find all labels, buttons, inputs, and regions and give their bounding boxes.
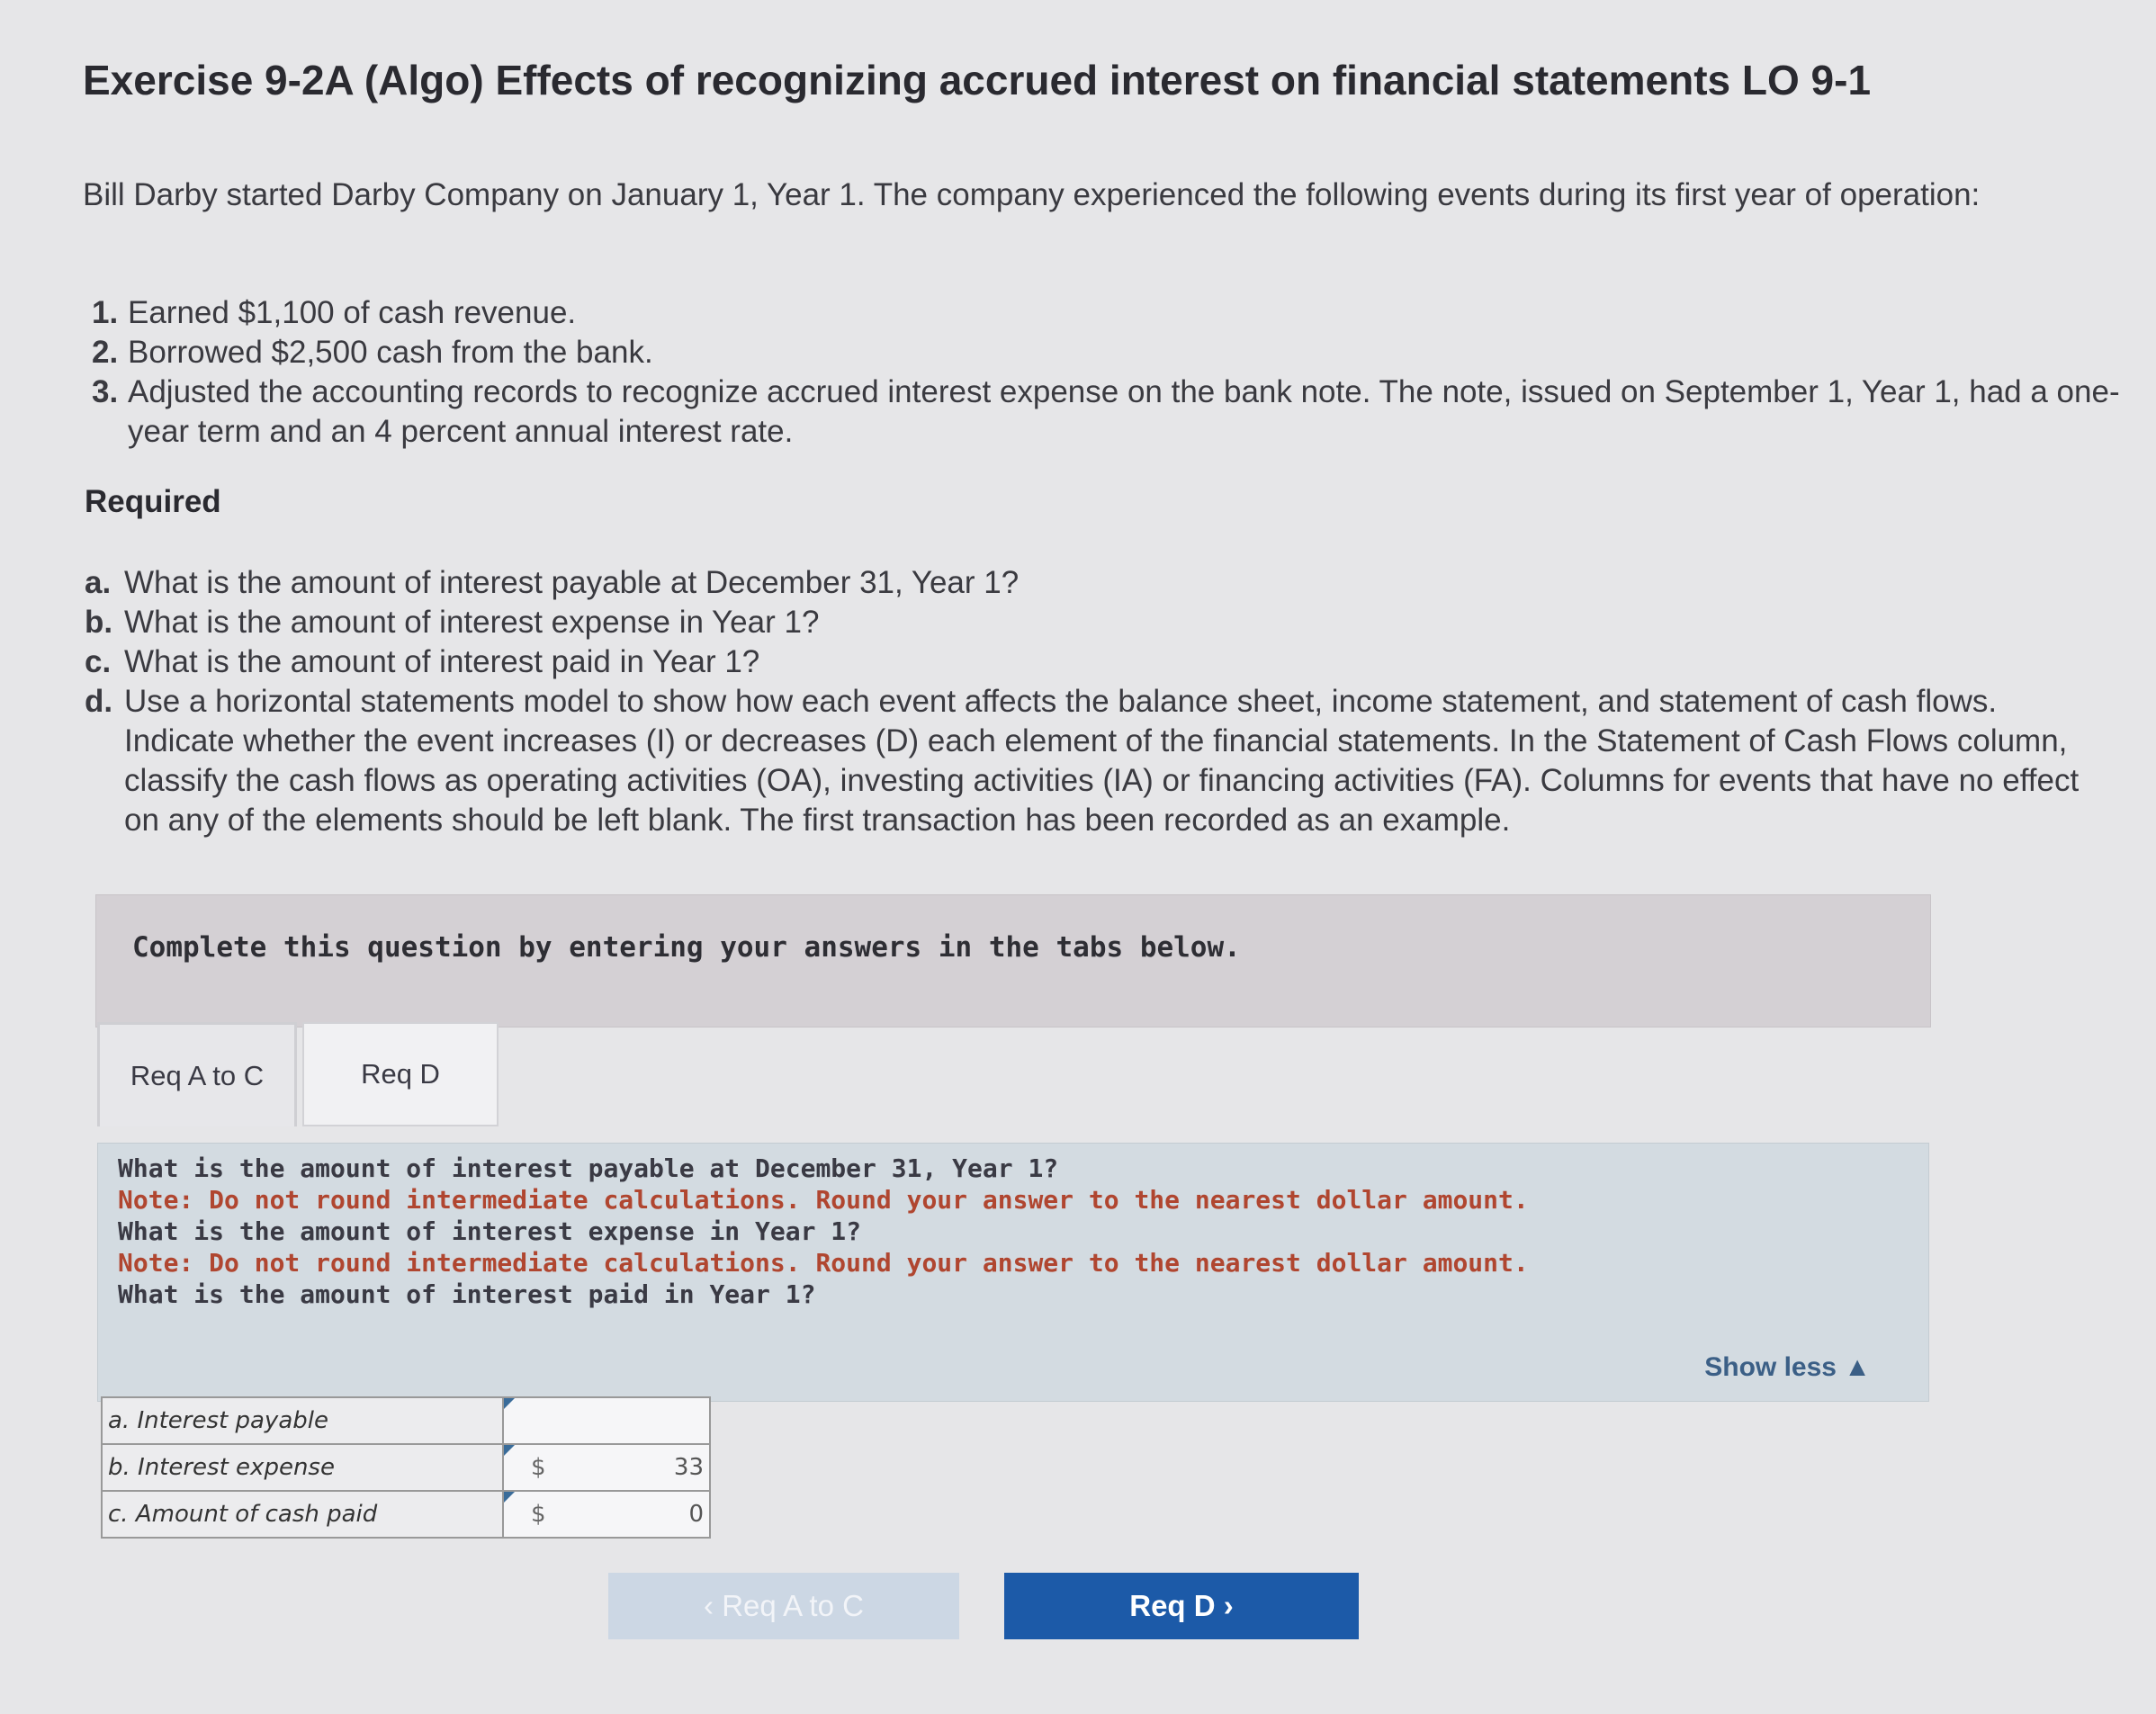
required-heading: Required (85, 484, 221, 519)
event-text: Adjusted the accounting records to recog… (128, 374, 2120, 449)
next-req-button[interactable]: Req D › (1004, 1573, 1359, 1639)
row-label: c. Amount of cash paid (101, 1490, 504, 1539)
question-panel: What is the amount of interest payable a… (97, 1143, 1929, 1402)
cash-paid-input[interactable]: $ 0 (502, 1490, 711, 1539)
question-text-block: What is the amount of interest payable a… (118, 1153, 1529, 1310)
list-item: c. What is the amount of interest paid in… (85, 642, 2109, 682)
events-list: 1. Earned $1,100 of cash revenue. 2. Borro… (83, 293, 2125, 452)
table-row: c. Amount of cash paid $ 0 (101, 1490, 711, 1539)
list-number: 1. (92, 295, 119, 330)
list-number: b. (85, 605, 113, 640)
table-row: a. Interest payable (101, 1396, 711, 1445)
tab-req-d[interactable]: Req D (302, 1022, 499, 1126)
currency-symbol: $ (531, 1501, 546, 1528)
input-marker-icon (504, 1492, 515, 1503)
event-text: Earned $1,100 of cash revenue. (128, 295, 577, 330)
list-number: 3. (92, 374, 119, 409)
tab-req-a-to-c[interactable]: Req A to C (97, 1022, 297, 1126)
requirement-text: What is the amount of interest expense i… (124, 605, 820, 640)
list-number: 2. (92, 335, 119, 370)
answer-table: a. Interest payable b. Interest expense … (101, 1396, 711, 1539)
requirement-text: Use a horizontal statements model to sho… (124, 684, 2080, 838)
list-item: a. What is the amount of interest payable… (85, 563, 2109, 603)
page-title: Exercise 9-2A (Algo) Effects of recogniz… (83, 57, 1872, 103)
list-number: a. (85, 565, 112, 600)
rounding-note: Note: Do not round intermediate calculat… (118, 1248, 1529, 1278)
input-value: 33 (673, 1454, 704, 1481)
list-item: b. What is the amount of interest expense… (85, 603, 2109, 642)
instruction-text: Complete this question by entering your … (132, 931, 1241, 964)
list-number: c. (85, 644, 112, 679)
list-item: 3. Adjusted the accounting records to rec… (83, 372, 2125, 452)
list-item: 1. Earned $1,100 of cash revenue. (83, 293, 2125, 333)
prev-req-button[interactable]: ‹ Req A to C (608, 1573, 959, 1639)
instruction-banner: Complete this question by entering your … (95, 894, 1931, 1028)
requirements-list: a. What is the amount of interest payable… (85, 563, 2109, 840)
rounding-note: Note: Do not round intermediate calculat… (118, 1185, 1529, 1215)
requirement-text: What is the amount of interest payable a… (124, 565, 1020, 600)
interest-expense-input[interactable]: $ 33 (502, 1443, 711, 1492)
list-item: 2. Borrowed $2,500 cash from the bank. (83, 333, 2125, 372)
requirement-text: What is the amount of interest paid in Y… (124, 644, 760, 679)
input-value: 0 (688, 1501, 704, 1528)
question-line: What is the amount of interest payable a… (118, 1153, 1059, 1183)
currency-symbol: $ (531, 1454, 546, 1481)
interest-payable-input[interactable] (502, 1396, 711, 1445)
show-less-link[interactable]: Show less ▲ (1704, 1352, 1871, 1383)
input-marker-icon (504, 1445, 515, 1456)
question-line: What is the amount of interest paid in Y… (118, 1279, 816, 1309)
problem-intro: Bill Darby started Darby Company on Janu… (83, 177, 1981, 212)
question-line: What is the amount of interest expense i… (118, 1216, 862, 1246)
row-label: a. Interest payable (101, 1396, 504, 1445)
list-number: d. (85, 684, 113, 719)
input-marker-icon (504, 1398, 515, 1409)
table-row: b. Interest expense $ 33 (101, 1443, 711, 1492)
row-label: b. Interest expense (101, 1443, 504, 1492)
event-text: Borrowed $2,500 cash from the bank. (128, 335, 653, 370)
list-item: d. Use a horizontal statements model to s… (85, 682, 2109, 840)
